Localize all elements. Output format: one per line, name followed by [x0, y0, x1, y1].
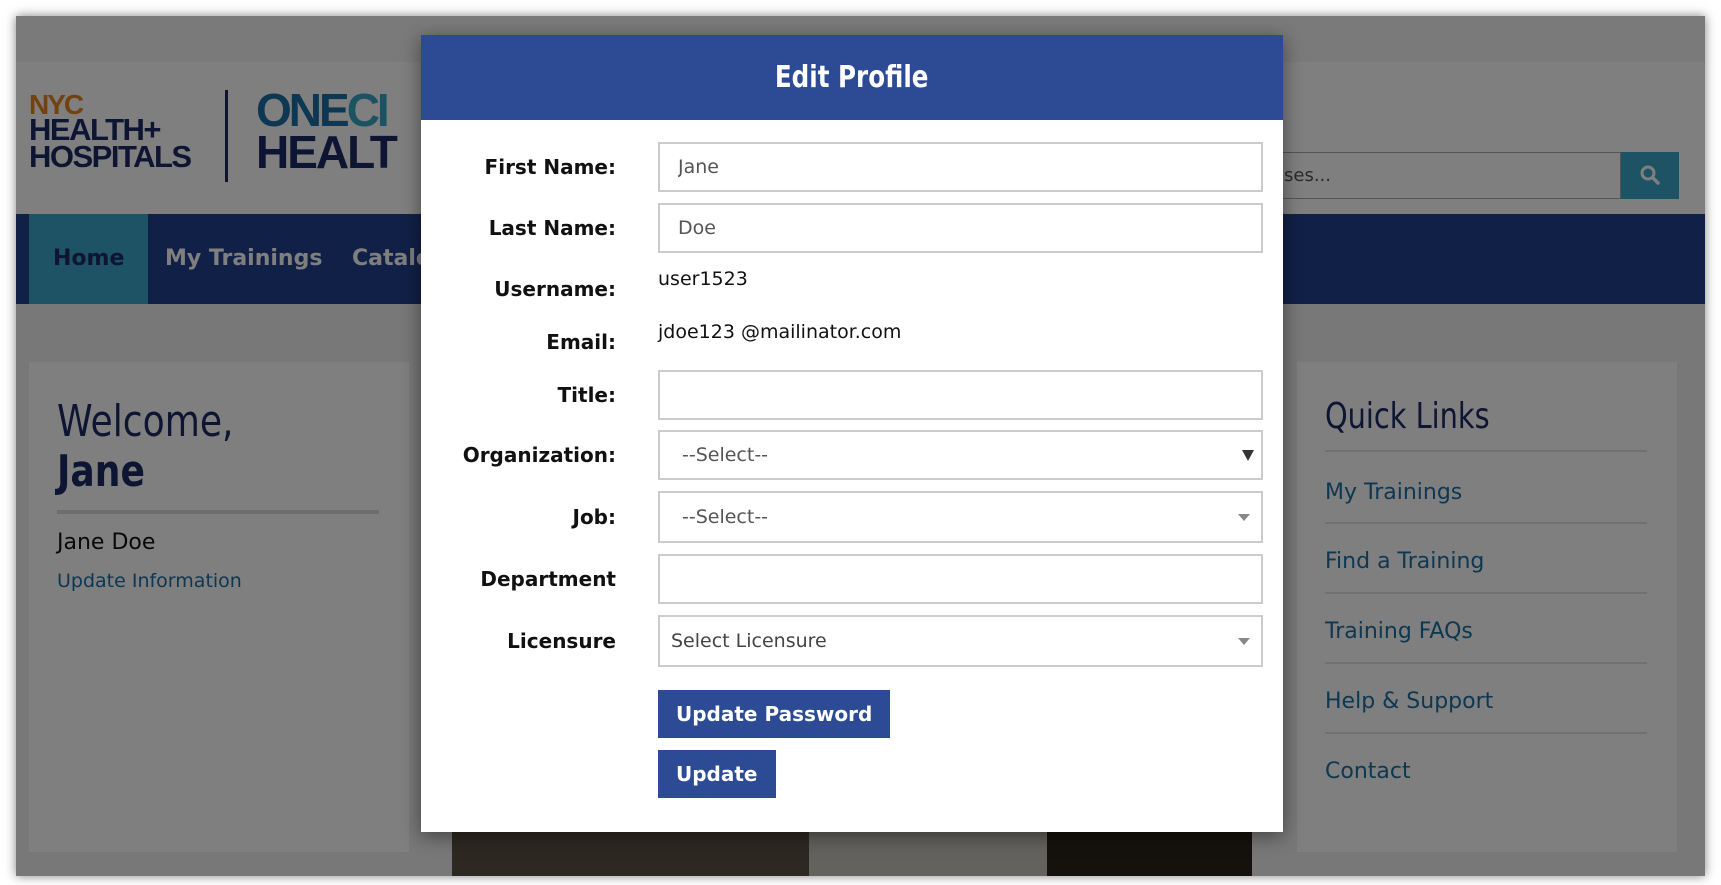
username-label: Username: [494, 277, 616, 301]
edit-profile-modal: Edit Profile First Name: Last Name: User… [421, 35, 1283, 832]
title-field[interactable] [658, 370, 1263, 420]
department-label: Department [480, 567, 616, 591]
chevron-down-icon [1238, 638, 1250, 645]
organization-select[interactable]: --Select-- [658, 430, 1263, 480]
email-label: Email: [546, 330, 616, 354]
update-button[interactable]: Update [658, 750, 776, 798]
job-label: Job: [572, 505, 617, 529]
job-select[interactable]: --Select-- [658, 491, 1263, 543]
modal-header: Edit Profile [421, 35, 1283, 120]
first-name-label: First Name: [484, 155, 616, 179]
licensure-selected-value: Select Licensure [671, 630, 827, 652]
organization-label: Organization: [462, 443, 616, 467]
organization-selected-value: --Select-- [682, 444, 769, 466]
username-value: user1523 [658, 268, 748, 290]
licensure-select[interactable]: Select Licensure [658, 615, 1263, 667]
chevron-down-icon [1238, 514, 1250, 521]
last-name-field[interactable] [658, 203, 1263, 253]
job-selected-value: --Select-- [682, 506, 769, 528]
licensure-label: Licensure [507, 629, 616, 653]
modal-title: Edit Profile [775, 60, 929, 95]
email-value: jdoe123 @mailinator.com [658, 321, 902, 343]
department-field[interactable] [658, 554, 1263, 604]
update-password-button[interactable]: Update Password [658, 690, 891, 738]
chevron-down-icon [1242, 450, 1254, 461]
first-name-field[interactable] [658, 142, 1263, 192]
last-name-label: Last Name: [488, 216, 616, 240]
title-label: Title: [557, 383, 616, 407]
